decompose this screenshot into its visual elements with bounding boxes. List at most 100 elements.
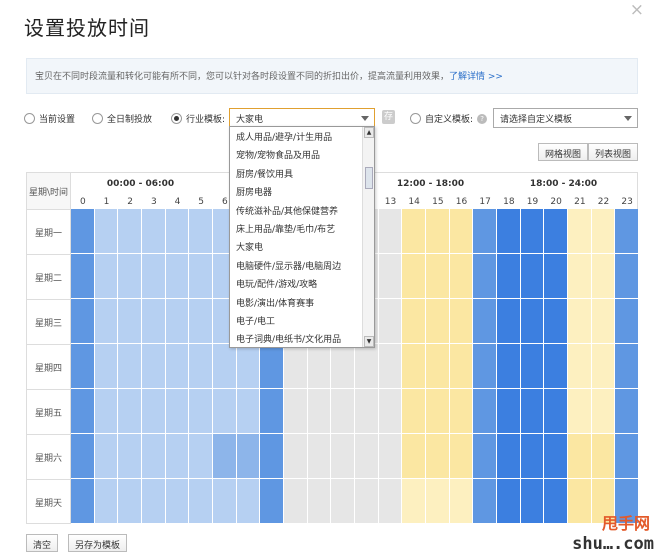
radio-dot[interactable]	[92, 113, 103, 124]
time-slot-cell[interactable]	[615, 344, 639, 389]
time-slot-cell[interactable]	[71, 299, 95, 344]
time-slot-cell[interactable]	[426, 434, 450, 479]
radio-fullday[interactable]: 全日制投放	[92, 112, 152, 125]
time-slot-cell[interactable]	[94, 479, 119, 524]
time-slot-cell[interactable]	[165, 479, 190, 524]
time-slot-cell[interactable]	[402, 209, 426, 254]
save-as-template-button[interactable]: 另存为模板	[68, 534, 128, 552]
time-slot-cell[interactable]	[118, 299, 142, 344]
time-slot-cell[interactable]	[615, 299, 639, 344]
time-slot-cell[interactable]	[426, 389, 450, 434]
time-slot-cell[interactable]	[520, 434, 545, 479]
radio-dot[interactable]	[410, 113, 421, 124]
time-slot-cell[interactable]	[142, 254, 166, 299]
time-slot-cell[interactable]	[402, 299, 426, 344]
time-slot-cell[interactable]	[165, 254, 190, 299]
time-slot-cell[interactable]	[71, 479, 95, 524]
time-slot-cell[interactable]	[236, 479, 261, 524]
dropdown-option[interactable]: 电玩/配件/游戏/攻略	[230, 274, 374, 292]
time-slot-cell[interactable]	[118, 434, 142, 479]
time-slot-cell[interactable]	[591, 434, 616, 479]
time-slot-cell[interactable]	[94, 209, 119, 254]
time-slot-cell[interactable]	[71, 389, 95, 434]
time-slot-cell[interactable]	[378, 299, 403, 344]
dropdown-scrollbar[interactable]: ▲ ▼	[362, 127, 374, 347]
time-slot-cell[interactable]	[213, 434, 237, 479]
time-slot-cell[interactable]	[520, 479, 545, 524]
dropdown-option[interactable]: 厨房/餐饮用具	[230, 164, 374, 182]
dropdown-option[interactable]: 厨房电器	[230, 182, 374, 200]
time-slot-cell[interactable]	[426, 299, 450, 344]
time-slot-cell[interactable]	[307, 389, 332, 434]
dropdown-option[interactable]: 电脑硬件/显示器/电脑周边	[230, 256, 374, 274]
time-slot-cell[interactable]	[473, 479, 497, 524]
time-slot-cell[interactable]	[568, 299, 592, 344]
industry-template-select[interactable]: 大家电	[229, 108, 375, 128]
radio-current-setting[interactable]: 当前设置	[24, 112, 75, 125]
time-slot-cell[interactable]	[378, 389, 403, 434]
time-slot-cell[interactable]	[378, 254, 403, 299]
time-slot-cell[interactable]	[189, 254, 213, 299]
time-slot-cell[interactable]	[355, 434, 379, 479]
time-slot-cell[interactable]	[213, 389, 237, 434]
dropdown-option[interactable]: 宠物/宠物食品及用品	[230, 145, 374, 163]
scroll-down-icon[interactable]: ▼	[364, 336, 374, 347]
time-slot-cell[interactable]	[449, 254, 474, 299]
time-slot-cell[interactable]	[449, 299, 474, 344]
time-slot-cell[interactable]	[331, 434, 355, 479]
time-slot-cell[interactable]	[71, 344, 95, 389]
time-slot-cell[interactable]	[449, 344, 474, 389]
time-slot-cell[interactable]	[189, 479, 213, 524]
radio-custom-template[interactable]: 自定义模板: ?	[410, 112, 488, 125]
time-slot-cell[interactable]	[591, 344, 616, 389]
time-slot-cell[interactable]	[378, 209, 403, 254]
time-slot-cell[interactable]	[497, 254, 521, 299]
list-view-button[interactable]: 列表视图	[587, 143, 638, 161]
dropdown-option[interactable]: 电子词典/电纸书/文化用品	[230, 329, 374, 347]
time-slot-cell[interactable]	[118, 209, 142, 254]
time-slot-cell[interactable]	[497, 344, 521, 389]
dropdown-option[interactable]: 大家电	[230, 237, 374, 255]
time-slot-cell[interactable]	[118, 479, 142, 524]
time-slot-cell[interactable]	[591, 299, 616, 344]
scroll-up-icon[interactable]: ▲	[364, 127, 374, 138]
time-slot-cell[interactable]	[118, 254, 142, 299]
time-slot-cell[interactable]	[520, 344, 545, 389]
time-slot-cell[interactable]	[426, 479, 450, 524]
time-slot-cell[interactable]	[189, 299, 213, 344]
time-slot-cell[interactable]	[118, 389, 142, 434]
time-slot-cell[interactable]	[568, 254, 592, 299]
time-slot-cell[interactable]	[307, 479, 332, 524]
time-slot-cell[interactable]	[568, 389, 592, 434]
time-slot-cell[interactable]	[497, 299, 521, 344]
time-slot-cell[interactable]	[189, 344, 213, 389]
time-slot-cell[interactable]	[284, 434, 308, 479]
time-slot-cell[interactable]	[355, 344, 379, 389]
time-slot-cell[interactable]	[473, 344, 497, 389]
time-slot-cell[interactable]	[497, 434, 521, 479]
time-slot-cell[interactable]	[544, 479, 568, 524]
time-slot-cell[interactable]	[260, 479, 284, 524]
time-slot-cell[interactable]	[568, 479, 592, 524]
time-slot-cell[interactable]	[165, 344, 190, 389]
time-slot-cell[interactable]	[544, 434, 568, 479]
time-slot-cell[interactable]	[236, 389, 261, 434]
time-slot-cell[interactable]	[142, 344, 166, 389]
time-slot-cell[interactable]	[497, 389, 521, 434]
time-slot-cell[interactable]	[165, 299, 190, 344]
time-slot-cell[interactable]	[449, 209, 474, 254]
time-slot-cell[interactable]	[544, 389, 568, 434]
time-slot-cell[interactable]	[165, 209, 190, 254]
time-slot-cell[interactable]	[378, 479, 403, 524]
time-slot-cell[interactable]	[213, 479, 237, 524]
time-slot-cell[interactable]	[568, 344, 592, 389]
time-slot-cell[interactable]	[331, 344, 355, 389]
time-slot-cell[interactable]	[591, 254, 616, 299]
time-slot-cell[interactable]	[568, 434, 592, 479]
time-slot-cell[interactable]	[71, 209, 95, 254]
time-slot-cell[interactable]	[497, 209, 521, 254]
time-slot-cell[interactable]	[426, 209, 450, 254]
time-slot-cell[interactable]	[402, 434, 426, 479]
time-slot-cell[interactable]	[473, 434, 497, 479]
time-slot-cell[interactable]	[402, 389, 426, 434]
